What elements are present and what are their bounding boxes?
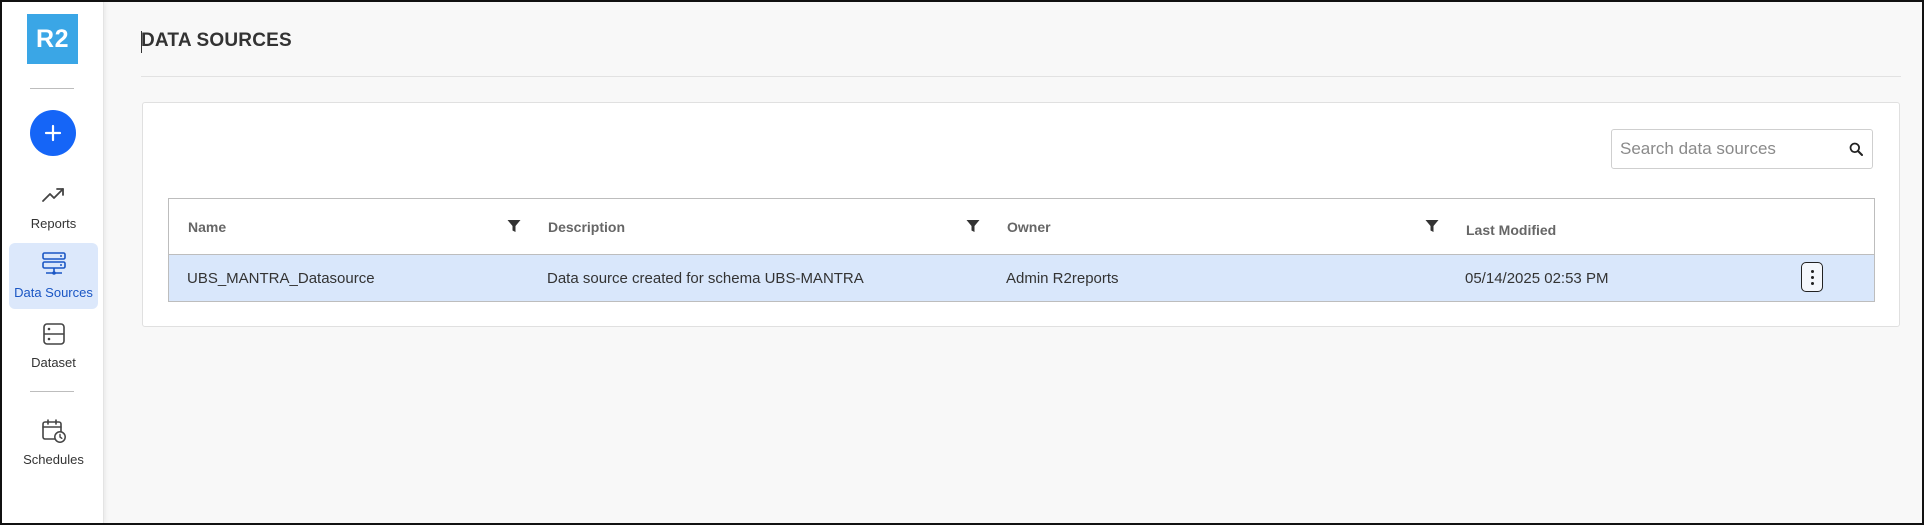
filter-icon[interactable]: [1424, 218, 1440, 234]
data-sources-table: Name Description Owner Last Modified UBS…: [168, 198, 1875, 302]
sidebar-item-label: Dataset: [31, 355, 76, 370]
title-divider: [141, 76, 1901, 77]
sidebar: R2 Reports Data Sources Dataset Schedule…: [2, 2, 104, 523]
column-header-description[interactable]: Description: [548, 199, 625, 255]
column-header-last-modified[interactable]: Last Modified: [1466, 202, 1556, 258]
sidebar-item-label: Data Sources: [14, 285, 93, 300]
plus-icon: [44, 124, 62, 142]
app-window: R2 Reports Data Sources Dataset Schedule…: [0, 0, 1924, 525]
server-icon: [41, 251, 67, 277]
cell-description: Data source created for schema UBS-MANTR…: [547, 269, 864, 287]
sidebar-item-label: Reports: [30, 216, 77, 231]
data-sources-card: Name Description Owner Last Modified UBS…: [142, 102, 1900, 327]
filter-icon[interactable]: [965, 218, 981, 234]
search-input[interactable]: [1620, 139, 1848, 159]
column-header-owner[interactable]: Owner: [1007, 199, 1051, 255]
column-header-name[interactable]: Name: [188, 199, 226, 255]
sidebar-item-data-sources[interactable]: Data Sources: [9, 243, 98, 309]
calendar-clock-icon: [41, 418, 67, 444]
table-header: Name Description Owner Last Modified: [169, 199, 1874, 255]
search-icon[interactable]: [1848, 141, 1864, 157]
sidebar-item-reports[interactable]: Reports: [9, 174, 98, 240]
row-actions-menu-icon[interactable]: [1801, 262, 1823, 292]
add-button[interactable]: [30, 110, 76, 156]
filter-icon[interactable]: [506, 218, 522, 234]
search-box: [1611, 129, 1873, 169]
dataset-icon: [41, 321, 67, 347]
cell-last-modified: 05/14/2025 02:53 PM: [1465, 269, 1609, 287]
cell-owner: Admin R2reports: [1006, 269, 1119, 287]
text-cursor: [141, 31, 142, 53]
sidebar-item-label: Schedules: [23, 452, 84, 467]
page-title: DATA SOURCES: [141, 30, 292, 51]
sidebar-divider: [30, 391, 74, 392]
sidebar-item-schedules[interactable]: Schedules: [9, 410, 98, 476]
sidebar-divider: [30, 88, 74, 89]
table-row[interactable]: UBS_MANTRA_Datasource Data source create…: [169, 255, 1874, 301]
trending-up-icon: [41, 182, 67, 208]
app-logo[interactable]: R2: [27, 14, 78, 64]
sidebar-item-dataset[interactable]: Dataset: [9, 313, 98, 379]
cell-name: UBS_MANTRA_Datasource: [187, 269, 375, 287]
